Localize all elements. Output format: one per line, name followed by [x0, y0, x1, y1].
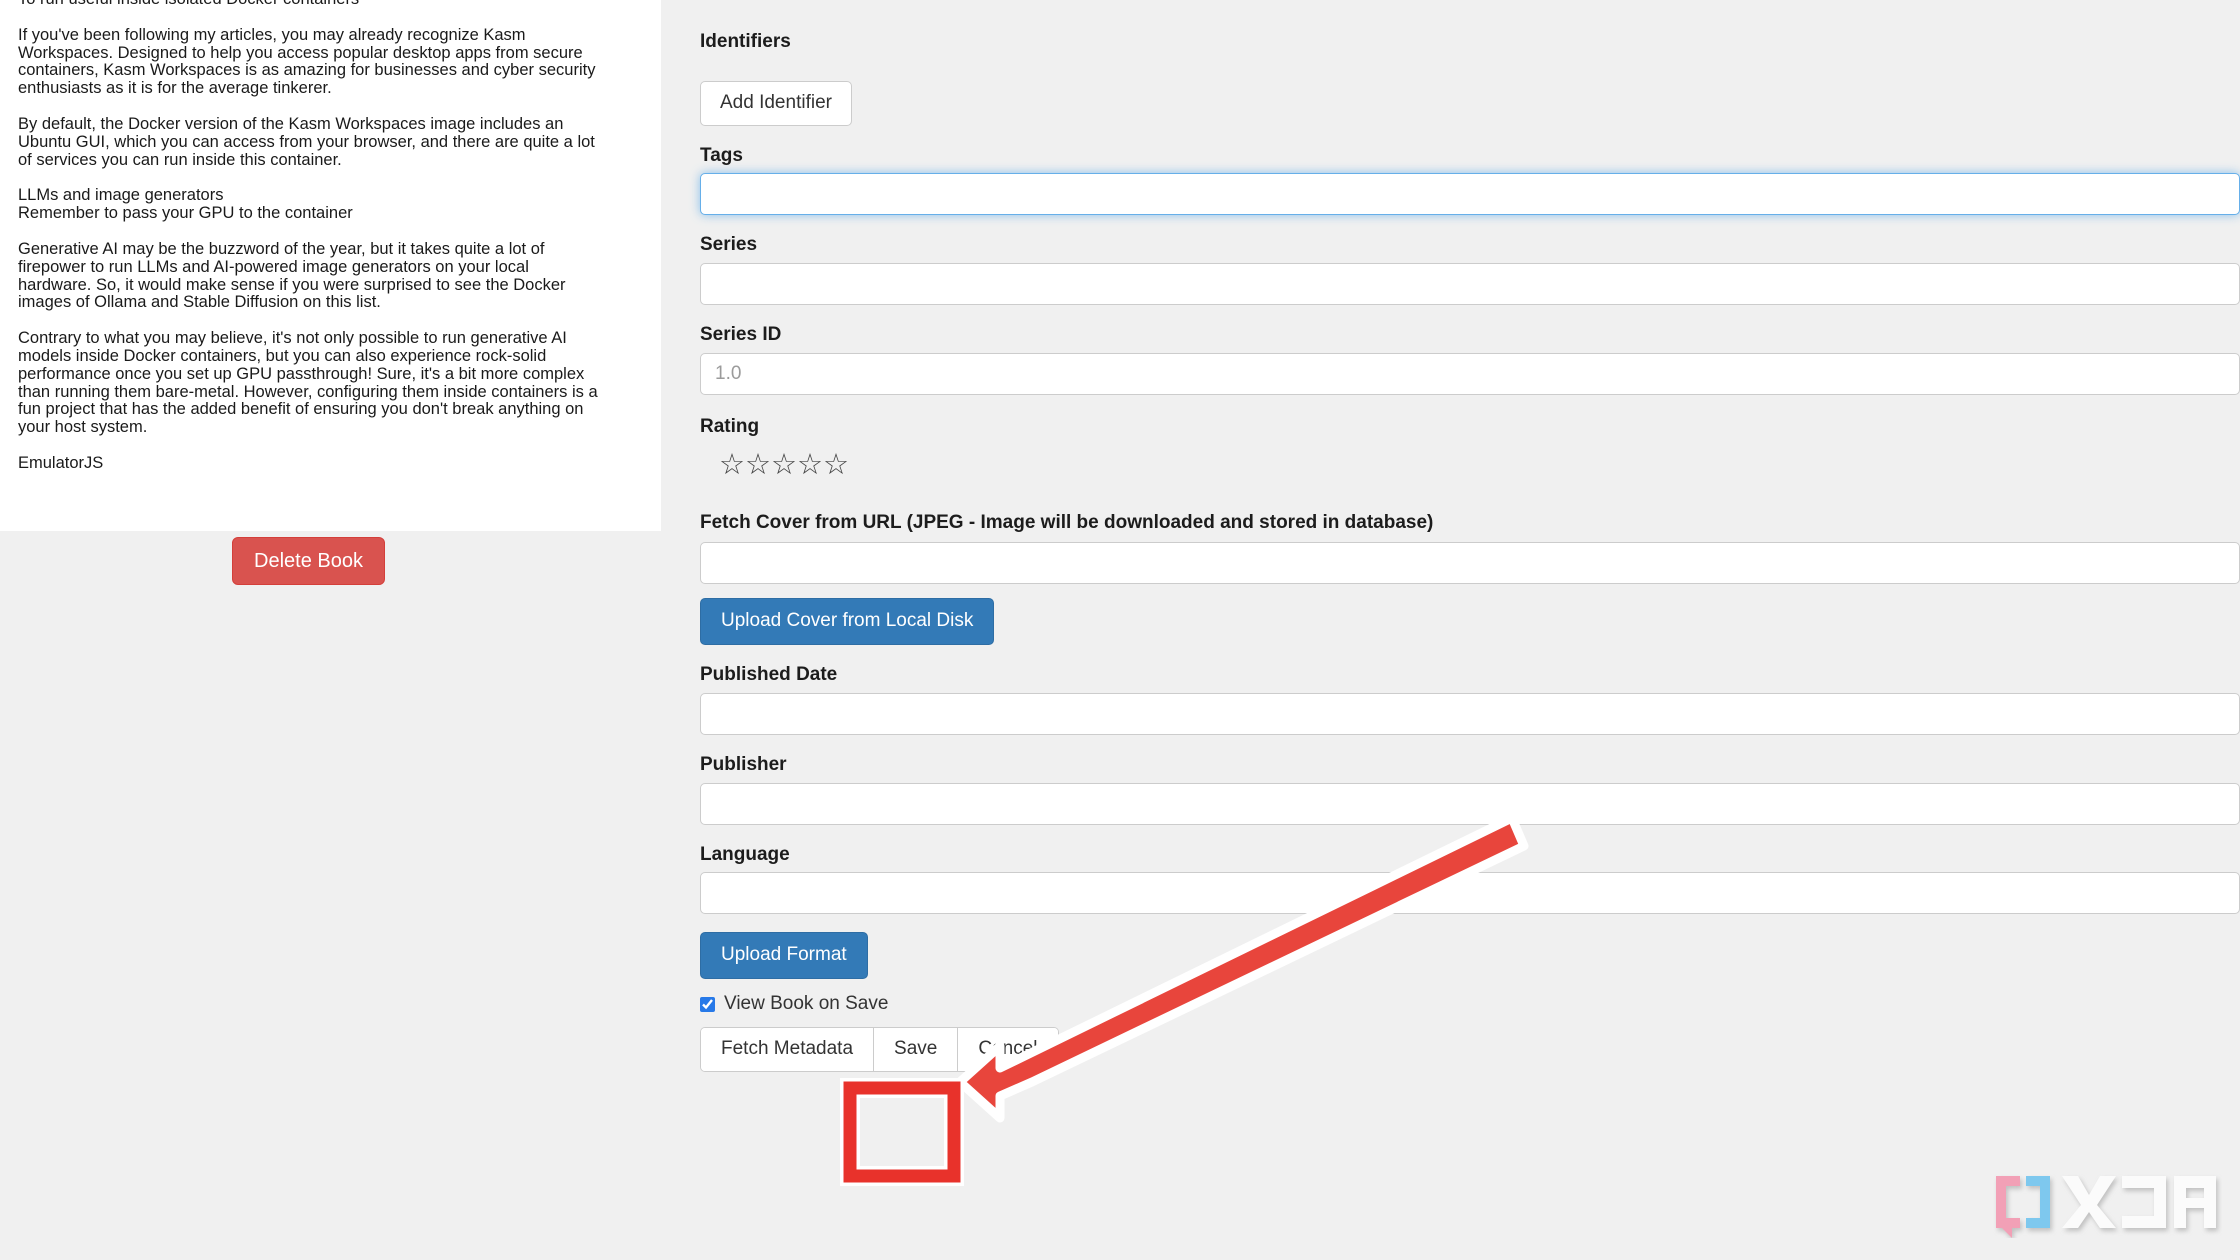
article-text-body: To run useful inside isolated Docker con… [18, 0, 598, 491]
rating-label: Rating [700, 415, 760, 437]
published-date-label: Published Date [700, 664, 838, 686]
form-group-identifiers: Identifiers Add Identifier [700, 30, 2240, 126]
publisher-label: Publisher [700, 753, 787, 775]
action-button-group: Fetch Metadata Save Cancel [700, 1027, 1059, 1072]
xda-letter-d [2122, 1176, 2166, 1228]
form-group-tags: Tags [700, 144, 2240, 216]
quote-bracket-blue-icon [2026, 1176, 2050, 1228]
language-input[interactable] [700, 872, 2240, 915]
series-id-input[interactable] [700, 352, 2240, 395]
delete-book-button[interactable]: Delete Book [232, 537, 385, 585]
form-group-publisher: Publisher [700, 753, 2240, 825]
view-book-on-save-row: View Book on Save [700, 993, 2240, 1015]
article-paragraph: If you've been following my articles, yo… [18, 25, 601, 98]
form-group-series-id: Series ID [700, 323, 2240, 395]
edit-metadata-form: Identifiers Add Identifier Tags Series S… [700, 0, 2240, 1072]
form-group-upload-cover: Upload Cover from Local Disk [700, 598, 2240, 646]
add-identifier-button[interactable]: Add Identifier [700, 80, 852, 126]
series-label: Series [700, 234, 758, 256]
form-actions: Fetch Metadata Save Cancel [700, 1027, 2240, 1072]
article-paragraph: To run useful inside isolated Docker con… [18, 0, 598, 9]
fetch-cover-url-input[interactable] [700, 542, 2240, 585]
form-group-language: Language [700, 843, 2240, 915]
publisher-input[interactable] [700, 782, 2240, 825]
tags-label: Tags [700, 144, 743, 166]
article-paragraph: LLMs and image generators Remember to pa… [18, 186, 353, 223]
save-button-highlight-box [840, 1078, 964, 1186]
form-group-fetch-cover-url: Fetch Cover from URL (JPEG - Image will … [700, 511, 2240, 585]
article-paragraph: EmulatorJS [18, 453, 104, 472]
form-group-series: Series [700, 233, 2240, 306]
fetch-metadata-button[interactable]: Fetch Metadata [701, 1028, 875, 1071]
fetch-cover-url-label: Fetch Cover from URL (JPEG - Image will … [700, 511, 1434, 533]
star-icon[interactable]: ☆ [823, 449, 849, 481]
form-group-upload-format: Upload Format [700, 932, 2240, 980]
article-paragraph: Contrary to what you may believe, it's n… [18, 329, 603, 437]
screen-root: To run useful inside isolated Docker con… [0, 0, 2240, 1260]
view-book-on-save-label: View Book on Save [724, 993, 889, 1015]
series-input[interactable] [700, 263, 2240, 306]
form-group-top-field [700, 0, 2240, 8]
xda-letter-a [2174, 1176, 2216, 1228]
series-id-label: Series ID [700, 324, 782, 346]
upload-format-button[interactable]: Upload Format [700, 932, 868, 980]
cancel-button[interactable]: Cancel [958, 1028, 1058, 1071]
form-group-rating: Rating ☆☆☆☆☆ [700, 415, 2240, 480]
xda-logo [1996, 1176, 2216, 1238]
star-icon[interactable]: ☆ [745, 449, 771, 481]
upload-cover-button[interactable]: Upload Cover from Local Disk [700, 598, 995, 646]
quote-bracket-pink-icon [1996, 1176, 2020, 1238]
star-icon[interactable]: ☆ [797, 449, 823, 481]
star-icon[interactable]: ☆ [771, 449, 797, 481]
xda-letter-x [2062, 1176, 2116, 1228]
save-button[interactable]: Save [874, 1028, 959, 1071]
tags-input[interactable] [700, 173, 2240, 216]
form-group-published-date: Published Date [700, 663, 2240, 735]
article-panel: To run useful inside isolated Docker con… [0, 0, 661, 531]
article-paragraph: Generative AI may be the buzzword of the… [18, 239, 571, 312]
star-icon[interactable]: ☆ [719, 449, 745, 481]
language-label: Language [700, 843, 790, 865]
published-date-input[interactable] [700, 692, 2240, 735]
article-paragraph: By default, the Docker version of the Ka… [18, 114, 600, 169]
view-book-on-save-checkbox[interactable] [700, 996, 715, 1012]
rating-star-widget[interactable]: ☆☆☆☆☆ [700, 449, 2240, 481]
identifiers-label: Identifiers [700, 31, 791, 52]
